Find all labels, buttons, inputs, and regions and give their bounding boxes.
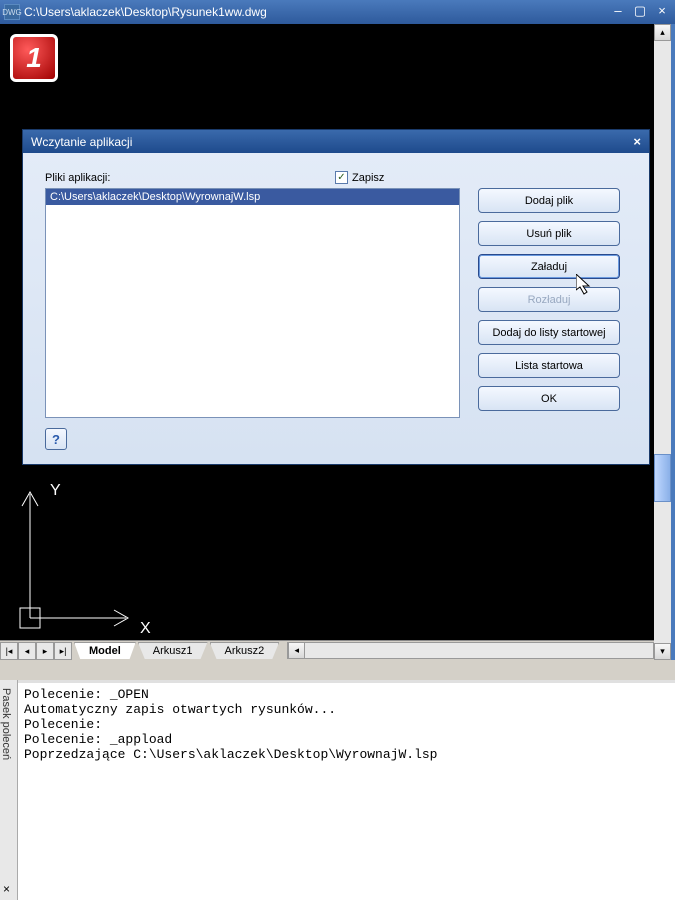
- list-item[interactable]: C:\Users\aklaczek\Desktop\WyrownajW.lsp: [46, 189, 459, 205]
- tab-arkusz2[interactable]: Arkusz2: [210, 642, 280, 659]
- command-sidebar[interactable]: Pasek poleceń ×: [0, 680, 18, 900]
- callout-marker-1: 1: [10, 34, 58, 82]
- ucs-x-label: X: [140, 620, 151, 638]
- maximize-button[interactable]: ▢: [631, 4, 649, 20]
- vertical-scrollbar[interactable]: ▴ ▾: [654, 24, 671, 660]
- command-panel: Pasek poleceń × Polecenie: _OPEN Automat…: [0, 680, 675, 900]
- tab-model[interactable]: Model: [74, 642, 136, 659]
- command-line[interactable]: Polecenie: _OPEN Automatyczny zapis otwa…: [18, 680, 675, 900]
- files-listbox[interactable]: C:\Users\aklaczek\Desktop\WyrownajW.lsp: [45, 188, 460, 418]
- save-checkbox-label[interactable]: Zapisz: [352, 172, 384, 184]
- horizontal-scrollbar[interactable]: ◂ ▸: [287, 642, 671, 659]
- add-to-startup-button[interactable]: Dodaj do listy startowej: [478, 320, 620, 345]
- command-close-icon[interactable]: ×: [3, 882, 10, 896]
- command-sidebar-label: Pasek poleceń: [0, 680, 12, 760]
- tab-next-button[interactable]: ▸: [36, 642, 54, 660]
- scroll-thumb[interactable]: [654, 454, 671, 502]
- scroll-up-button[interactable]: ▴: [654, 24, 671, 41]
- add-file-button[interactable]: Dodaj plik: [478, 188, 620, 213]
- dialog-close-button[interactable]: ×: [633, 134, 641, 149]
- drawing-canvas[interactable]: 1 Y X |◂ ◂ ▸ ▸| Model Arkusz1 Arkusz2 ◂ …: [0, 24, 675, 660]
- files-label: Pliki aplikacji:: [45, 172, 335, 184]
- load-button[interactable]: Załaduj: [478, 254, 620, 279]
- tab-prev-button[interactable]: ◂: [18, 642, 36, 660]
- layout-tabs-bar: |◂ ◂ ▸ ▸| Model Arkusz1 Arkusz2 ◂ ▸: [0, 640, 671, 660]
- window-title: C:\Users\aklaczek\Desktop\Rysunek1ww.dwg: [24, 5, 609, 19]
- scroll-down-button[interactable]: ▾: [654, 643, 671, 660]
- save-checkbox[interactable]: ✓: [335, 171, 348, 184]
- tab-arkusz1[interactable]: Arkusz1: [138, 642, 208, 659]
- app-icon: DWG: [4, 4, 20, 20]
- help-button[interactable]: ?: [45, 428, 67, 450]
- remove-file-button[interactable]: Usuń plik: [478, 221, 620, 246]
- ucs-y-label: Y: [50, 482, 61, 500]
- dialog-title-text: Wczytanie aplikacji: [31, 135, 132, 149]
- close-button[interactable]: ×: [653, 4, 671, 20]
- dialog-titlebar[interactable]: Wczytanie aplikacji ×: [23, 130, 649, 153]
- load-application-dialog: Wczytanie aplikacji × Pliki aplikacji: ✓…: [22, 129, 650, 465]
- startup-list-button[interactable]: Lista startowa: [478, 353, 620, 378]
- unload-button: Rozładuj: [478, 287, 620, 312]
- window-titlebar: DWG C:\Users\aklaczek\Desktop\Rysunek1ww…: [0, 0, 675, 24]
- minimize-button[interactable]: –: [609, 4, 627, 20]
- scroll-left-button[interactable]: ◂: [288, 643, 305, 658]
- tab-first-button[interactable]: |◂: [0, 642, 18, 660]
- ok-button[interactable]: OK: [478, 386, 620, 411]
- tab-last-button[interactable]: ▸|: [54, 642, 72, 660]
